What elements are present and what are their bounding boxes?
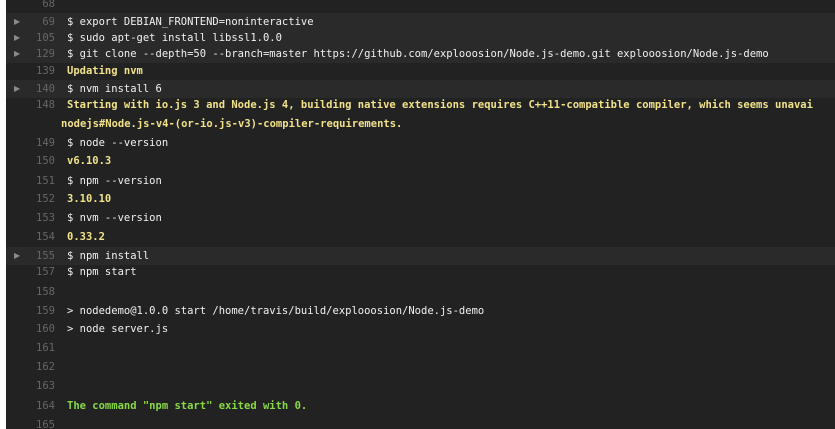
log-text: Updating nvm: [67, 65, 143, 77]
log-text: $ npm start: [67, 266, 137, 278]
line-number[interactable]: 148: [24, 96, 55, 114]
log-line-148-continued: nodejs#Node.js-v4-(or-io.js-v3)-compiler…: [6, 115, 835, 133]
log-text: 0.33.2: [67, 231, 105, 243]
log-text: > node server.js: [67, 323, 169, 335]
log-line-160: 160 > node server.js: [6, 320, 835, 338]
log-line-152: 152 3.10.10: [6, 190, 835, 208]
log-line-148: 148 Starting with io.js 3 and Node.js 4,…: [6, 96, 835, 114]
log-line-158: 158: [6, 283, 835, 301]
log-text: nodejs#Node.js-v4-(or-io.js-v3)-compiler…: [61, 118, 403, 130]
line-number[interactable]: 150: [24, 152, 55, 170]
log-line-153: 153 $ nvm --version: [6, 209, 835, 227]
line-number[interactable]: 163: [24, 377, 55, 395]
log-text: $ node --version: [67, 137, 169, 149]
line-number[interactable]: 129: [24, 45, 55, 63]
line-number[interactable]: 160: [24, 320, 55, 338]
log-line-149: 149 $ node --version: [6, 134, 835, 152]
line-number[interactable]: 159: [24, 302, 55, 320]
log-line-165: 165: [6, 416, 835, 429]
log-line-154: 154 0.33.2: [6, 228, 835, 246]
log-line-157: 157 $ npm start: [6, 263, 835, 281]
log-line-68: 68: [6, 0, 835, 13]
line-number[interactable]: 149: [24, 134, 55, 152]
log-line-159: 159 > nodedemo@1.0.0 start /home/travis/…: [6, 302, 835, 320]
log-line-163: 163: [6, 377, 835, 395]
log-line-162: 162: [6, 358, 835, 376]
log-line-151: 151 $ npm --version: [6, 172, 835, 190]
build-log: 68 ▶ 69 $ export DEBIAN_FRONTEND=noninte…: [6, 0, 835, 429]
log-line-129[interactable]: ▶ 129 $ git clone --depth=50 --branch=ma…: [6, 45, 835, 63]
fold-arrow-icon[interactable]: ▶: [14, 45, 24, 63]
line-number[interactable]: 152: [24, 190, 55, 208]
line-number[interactable]: 165: [24, 416, 55, 429]
line-number[interactable]: 151: [24, 172, 55, 190]
log-line-164: 164 The command "npm start" exited with …: [6, 397, 835, 415]
log-line-150: 150 v6.10.3: [6, 152, 835, 170]
line-number[interactable]: 154: [24, 228, 55, 246]
log-line-139: 139 Updating nvm: [6, 62, 835, 80]
build-exit-status: The command "npm start" exited with 0.: [67, 400, 308, 412]
line-number[interactable]: 139: [24, 62, 55, 80]
log-text: > nodedemo@1.0.0 start /home/travis/buil…: [67, 305, 485, 317]
log-text: Starting with io.js 3 and Node.js 4, bui…: [67, 99, 813, 111]
line-number[interactable]: 153: [24, 209, 55, 227]
log-line-161: 161: [6, 339, 835, 357]
line-number[interactable]: 68: [24, 0, 55, 13]
log-text: v6.10.3: [67, 155, 112, 167]
line-number[interactable]: 157: [24, 263, 55, 281]
line-number[interactable]: 158: [24, 283, 55, 301]
log-text: $ git clone --depth=50 --branch=master h…: [67, 48, 769, 60]
log-text: 3.10.10: [67, 193, 112, 205]
log-text: $ nvm --version: [67, 212, 162, 224]
line-number[interactable]: 161: [24, 339, 55, 357]
log-text: $ npm --version: [67, 175, 162, 187]
line-number[interactable]: 164: [24, 397, 55, 415]
line-number[interactable]: 162: [24, 358, 55, 376]
